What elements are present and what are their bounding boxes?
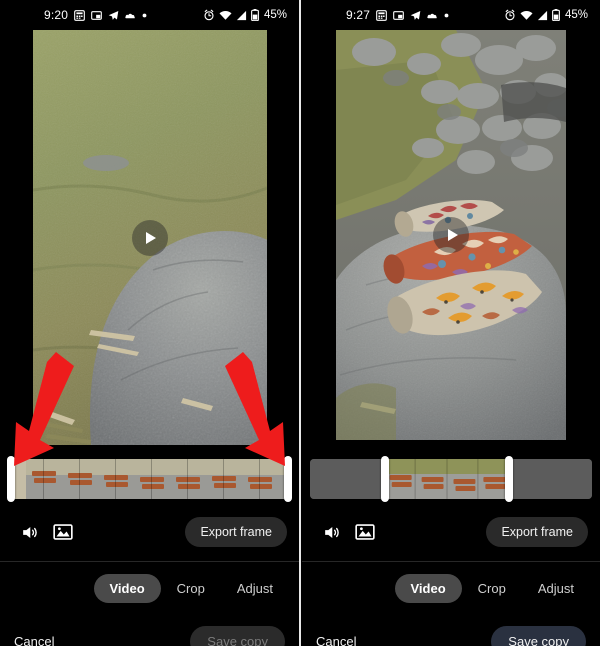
export-frame-button[interactable]: Export frame <box>185 517 287 547</box>
filmstrip-thumbnails-trimmed <box>310 459 592 499</box>
trim-handle-end[interactable] <box>284 456 292 502</box>
video-timeline-left[interactable] <box>7 456 292 504</box>
cancel-button[interactable]: Cancel <box>316 634 356 646</box>
filmstrip-right[interactable] <box>310 459 592 499</box>
editor-tabs-left: Video Crop Adjust <box>0 562 299 614</box>
tool-row-right: Export frame <box>302 504 600 560</box>
comparison-stage: 9:20 45% Export frame Video Crop Adjust … <box>0 0 600 646</box>
cloud-icon <box>125 11 136 20</box>
tab-adjust[interactable]: Adjust <box>522 574 590 603</box>
tab-crop[interactable]: Crop <box>161 574 221 603</box>
picture-in-picture-icon <box>91 10 103 21</box>
wifi-icon <box>219 10 232 21</box>
volume-icon[interactable] <box>12 515 46 549</box>
video-preview-right <box>336 30 566 440</box>
action-row-left: Cancel Save copy <box>0 614 299 646</box>
trim-handle-start[interactable] <box>7 456 15 502</box>
status-bar-right-group: 45% <box>203 9 287 21</box>
play-icon <box>146 231 156 244</box>
export-frame-icon[interactable] <box>46 515 80 549</box>
alarm-icon <box>504 9 516 21</box>
filmstrip-left[interactable] <box>8 459 291 499</box>
status-bar-right: 9:27 45% <box>302 0 600 30</box>
signal-icon <box>236 10 247 21</box>
battery-percent: 45% <box>263 9 287 21</box>
status-bar-left: 9:20 45% <box>0 0 299 30</box>
alarm-icon <box>203 9 215 21</box>
export-frame-icon[interactable] <box>348 515 382 549</box>
play-button[interactable] <box>433 217 469 253</box>
tool-row-left: Export frame <box>0 504 299 560</box>
video-viewer-right <box>302 30 600 445</box>
picture-in-picture-icon <box>393 10 405 21</box>
video-preview-left <box>32 30 267 445</box>
save-copy-button[interactable]: Save copy <box>491 625 586 646</box>
volume-icon[interactable] <box>314 515 348 549</box>
calculator-icon <box>74 9 86 21</box>
save-copy-button[interactable]: Save copy <box>190 625 285 646</box>
screenshot-divider <box>299 0 301 646</box>
calculator-icon <box>376 9 388 21</box>
filmstrip-thumbnails <box>8 459 291 499</box>
trim-handle-end[interactable] <box>504 456 513 502</box>
status-bar-left-group-2: 9:27 <box>346 8 449 22</box>
status-bar-left-group: 9:20 <box>44 8 147 22</box>
dot-icon <box>142 13 147 18</box>
play-button[interactable] <box>131 219 168 256</box>
video-timeline-right[interactable] <box>310 456 592 504</box>
telegram-icon <box>410 10 421 21</box>
battery-icon <box>552 9 560 21</box>
video-viewer-left <box>0 30 299 445</box>
battery-icon <box>251 9 259 21</box>
tab-adjust[interactable]: Adjust <box>221 574 289 603</box>
tab-video[interactable]: Video <box>394 573 462 603</box>
phone-screen-left: 9:20 45% Export frame Video Crop Adjust … <box>0 0 299 646</box>
cancel-button[interactable]: Cancel <box>14 634 54 646</box>
editor-tabs-right: Video Crop Adjust <box>302 562 600 614</box>
trim-handle-start[interactable] <box>380 456 389 502</box>
signal-icon <box>537 10 548 21</box>
cloud-icon <box>427 11 438 20</box>
wifi-icon <box>520 10 533 21</box>
battery-percent-2: 45% <box>564 9 588 21</box>
status-time: 9:20 <box>44 8 69 22</box>
tab-video[interactable]: Video <box>93 573 161 603</box>
telegram-icon <box>108 10 119 21</box>
status-bar-right-group-2: 45% <box>504 9 588 21</box>
export-frame-button[interactable]: Export frame <box>486 517 588 547</box>
dot-icon <box>444 13 449 18</box>
status-time-2: 9:27 <box>346 8 371 22</box>
phone-screen-right: 9:27 45% Export frame Video Crop Adjust … <box>302 0 600 646</box>
tab-crop[interactable]: Crop <box>462 574 522 603</box>
play-icon <box>447 229 458 241</box>
action-row-right: Cancel Save copy <box>302 614 600 646</box>
